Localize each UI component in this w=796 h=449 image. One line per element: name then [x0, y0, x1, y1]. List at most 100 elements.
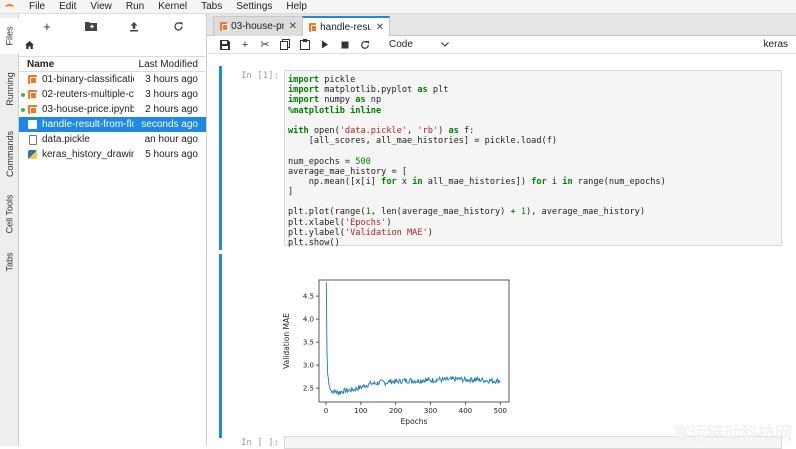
add-cell-icon[interactable]: +	[235, 37, 255, 53]
y-tick-label: 4.0	[303, 316, 314, 324]
running-indicator	[19, 151, 26, 158]
file-icon	[28, 134, 37, 145]
side-tab-cell-tools[interactable]: Cell Tools	[0, 184, 19, 244]
code-line: num_epochs = 500	[288, 156, 371, 167]
side-tab-tabs[interactable]: Tabs	[0, 242, 19, 282]
plot-frame	[318, 279, 510, 403]
file-browser: + Name Last Modified 01-binary-classific…	[19, 14, 207, 446]
y-tick-label: 3.5	[303, 339, 314, 347]
code-line: import matplotlib.pyplot as plt	[288, 85, 449, 96]
column-header-modified[interactable]: Last Modified	[134, 59, 206, 70]
jupyter-logo-icon	[0, 0, 20, 14]
x-tick-label: 0	[324, 407, 328, 415]
jupyterlab-window: File Edit View Run Kernel Tabs Settings …	[0, 0, 796, 449]
paste-icon[interactable]	[295, 37, 315, 53]
running-indicator	[19, 76, 26, 83]
cell-type-label: Code	[389, 39, 413, 50]
file-modified: seconds ago	[141, 119, 198, 130]
side-tab-files[interactable]: Files	[0, 18, 19, 54]
x-axis-label: Epochs	[401, 417, 428, 426]
file-name: 02-reuters-multiple-cl...	[42, 89, 134, 100]
file-name: 01-binary-classificatio...	[42, 74, 134, 85]
file-name: keras_history_drawing_...	[42, 149, 134, 160]
file-item-keras-history[interactable]: keras_history_drawing_... 5 hours ago	[19, 147, 206, 162]
file-name: 03-house-price.ipynb	[42, 104, 134, 115]
code-line: plt.xlabel('Epochs')	[288, 217, 392, 228]
column-header-name[interactable]: Name	[19, 59, 134, 70]
main-area: 03-house-price ✕ handle-result-f ✕ + ✂	[207, 14, 796, 449]
python-file-icon	[28, 150, 37, 159]
menu-settings[interactable]: Settings	[236, 1, 272, 12]
menubar: File Edit View Run Kernel Tabs Settings …	[0, 0, 796, 14]
cut-icon[interactable]: ✂	[255, 37, 275, 53]
notebook-icon	[309, 23, 319, 32]
left-tab-strip: Files Running Commands Cell Tools Tabs	[0, 14, 19, 446]
file-list: 01-binary-classificatio... 3 hours ago 0…	[19, 72, 206, 162]
code-line: average_mae_history = [	[288, 166, 407, 177]
code-line: ]	[288, 187, 294, 198]
restart-icon[interactable]	[355, 37, 375, 53]
menu-kernel[interactable]: Kernel	[158, 1, 187, 12]
menu-file[interactable]: File	[29, 1, 45, 12]
tab-03-house-price[interactable]: 03-house-price ✕	[213, 16, 303, 36]
file-modified: 5 hours ago	[145, 149, 198, 160]
cell-type-select[interactable]: Code	[389, 39, 449, 50]
breadcrumb	[19, 38, 206, 54]
refresh-icon[interactable]	[170, 18, 186, 34]
close-icon[interactable]: ✕	[289, 21, 297, 32]
file-item-01-binary[interactable]: 01-binary-classificatio... 3 hours ago	[19, 72, 206, 87]
watermark: 富运链动科技网	[673, 424, 792, 444]
side-tab-running[interactable]: Running	[0, 64, 19, 114]
output-collapse-bar[interactable]	[219, 254, 222, 438]
stop-icon[interactable]	[335, 37, 355, 53]
menu-tabs[interactable]: Tabs	[201, 1, 222, 12]
notebook-icon	[220, 22, 230, 31]
side-tab-commands[interactable]: Commands	[0, 124, 19, 184]
notebook-panel: + ✂ Code keras In [1]: import pickle imp…	[207, 36, 796, 449]
file-browser-toolbar: +	[19, 14, 206, 38]
menu-help[interactable]: Help	[286, 1, 307, 12]
y-tick-label: 4.5	[303, 293, 314, 301]
file-item-02-reuters[interactable]: 02-reuters-multiple-cl... 3 hours ago	[19, 87, 206, 102]
code-line: [all_scores, all_mae_histories] = pickle…	[288, 136, 558, 147]
file-name: handle-result-from-flo...	[42, 119, 134, 130]
menu-view[interactable]: View	[90, 1, 112, 12]
new-launcher-icon[interactable]: +	[39, 18, 55, 34]
file-item-data-pickle[interactable]: data.pickle an hour ago	[19, 132, 206, 147]
code-line: import numpy as np	[288, 95, 382, 106]
kernel-name[interactable]: keras	[764, 39, 788, 50]
input-prompt: In [1]:	[241, 71, 279, 81]
notebook-icon	[28, 90, 37, 99]
tab-handle-result[interactable]: handle-result-f ✕	[302, 16, 390, 37]
home-icon[interactable]	[25, 40, 34, 52]
close-icon[interactable]: ✕	[376, 22, 384, 33]
x-tick-label: 500	[494, 407, 507, 415]
run-icon[interactable]	[315, 37, 335, 53]
file-item-handle-result[interactable]: handle-result-from-flo... seconds ago	[19, 117, 206, 132]
code-line: plt.plot(range(1, len(average_mae_histor…	[288, 207, 646, 218]
x-tick-label: 300	[424, 407, 437, 415]
x-tick-label: 400	[459, 407, 472, 415]
code-line: %matplotlib inline	[288, 105, 382, 116]
save-icon[interactable]	[215, 37, 235, 53]
copy-icon[interactable]	[275, 37, 295, 53]
upload-icon[interactable]	[126, 18, 142, 34]
y-tick-label: 2.5	[303, 385, 314, 393]
document-tab-bar: 03-house-price ✕ handle-result-f ✕	[207, 14, 796, 37]
code-line: import pickle	[288, 75, 356, 85]
x-tick-label: 200	[389, 407, 402, 415]
menu-edit[interactable]: Edit	[59, 1, 76, 12]
file-modified: 3 hours ago	[145, 74, 198, 85]
code-cell-editor[interactable]: import pickle import matplotlib.pyplot as…	[284, 70, 782, 248]
running-indicator	[19, 91, 26, 98]
running-indicator	[19, 121, 26, 128]
menu-run[interactable]: Run	[126, 1, 144, 12]
notebook-toolbar: + ✂ Code keras	[207, 36, 796, 54]
file-modified: 3 hours ago	[145, 89, 198, 100]
code-line: np.mean([x[i] for x in all_mae_histories…	[288, 176, 666, 187]
new-folder-icon[interactable]	[83, 18, 99, 34]
file-item-03-house-price[interactable]: 03-house-price.ipynb 2 hours ago	[19, 102, 206, 117]
file-name: data.pickle	[42, 134, 90, 145]
